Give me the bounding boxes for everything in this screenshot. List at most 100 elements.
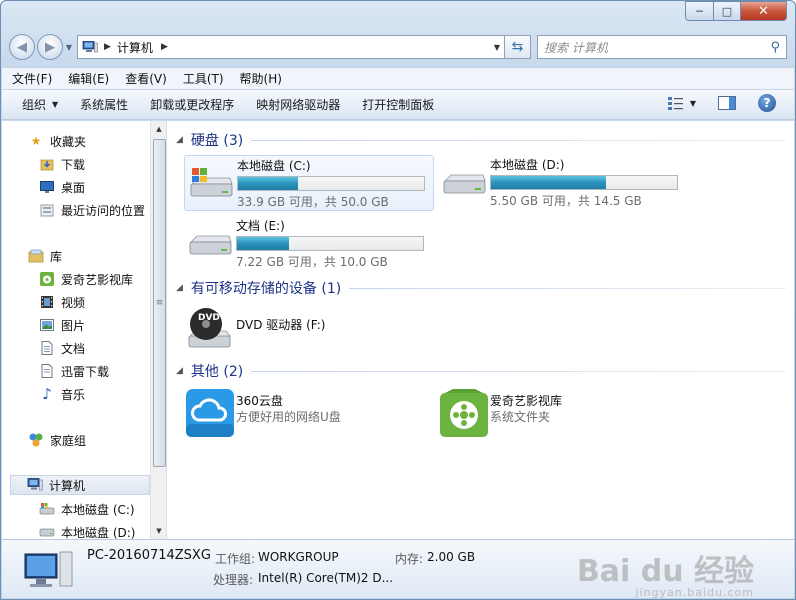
search-input[interactable]: 搜索 计算机 <box>544 39 770 56</box>
drive-name: 本地磁盘 (C:) <box>237 159 311 173</box>
iqiyi-icon <box>39 271 55 287</box>
recent-pages-dropdown[interactable]: ▼ <box>63 43 75 52</box>
group-header-removable[interactable]: ◢ 有可移动存储的设备 (1) <box>176 278 786 298</box>
nav-recent-places[interactable]: 最近访问的位置 <box>39 200 145 220</box>
view-options-dropdown-icon[interactable]: ▼ <box>690 99 696 108</box>
documents-icon <box>39 340 55 356</box>
preview-pane-icon[interactable] <box>718 96 736 110</box>
nav-videos[interactable]: 视频 <box>39 292 85 312</box>
drive-usage-bar <box>490 175 678 190</box>
close-button[interactable]: ✕ <box>741 1 787 21</box>
caption-buttons: ─ □ ✕ <box>685 1 787 21</box>
baidu-jingyan-watermark: Bai du 经验 jingyan.baidu.com <box>577 546 754 599</box>
drive-tile-c[interactable]: 本地磁盘 (C:) 33.9 GB 可用，共 50.0 GB <box>184 155 434 211</box>
open-control-panel-button[interactable]: 打开控制面板 <box>362 96 434 113</box>
search-icon[interactable]: ⚲ <box>770 40 780 55</box>
drive-usage-fill <box>491 176 607 189</box>
homegroup-icon <box>28 432 44 448</box>
forward-button[interactable]: ▶ <box>37 34 63 60</box>
maximize-button[interactable]: □ <box>714 1 741 21</box>
cloud-drive-tile[interactable]: 360云盘 方便好用的网络U盘 <box>184 387 434 443</box>
address-dropdown-icon[interactable]: ▼ <box>494 43 500 52</box>
nav-downloads-label: 下载 <box>61 157 86 172</box>
dvd-drive-name: DVD 驱动器 (F:) <box>236 318 326 332</box>
close-icon: ✕ <box>758 3 769 19</box>
nav-computer[interactable]: 计算机 <box>10 475 150 495</box>
nav-disk-c[interactable]: 本地磁盘 (C:) <box>39 499 135 519</box>
nav-iqiyi-library[interactable]: 爱奇艺影视库 <box>39 269 133 289</box>
nav-pane-scrollbar[interactable]: ▲ ≡ ▼ <box>150 121 166 539</box>
hard-drive-icon <box>39 524 55 539</box>
nav-pictures[interactable]: 图片 <box>39 315 85 335</box>
search-box[interactable]: 搜索 计算机 ⚲ <box>537 35 787 59</box>
drive-tile-e[interactable]: 文档 (E:) 7.22 GB 可用，共 10.0 GB <box>184 216 434 272</box>
nav-downloads[interactable]: 下载 <box>39 154 85 174</box>
nav-xunlei-downloads[interactable]: 迅雷下载 <box>39 361 109 381</box>
menu-tools[interactable]: 工具(T) <box>183 70 224 87</box>
drive-usage-bar <box>236 236 424 251</box>
menu-file[interactable]: 文件(F) <box>12 70 52 87</box>
computer-icon <box>82 41 98 53</box>
nav-documents[interactable]: 文档 <box>39 338 85 358</box>
navigation-row: ◀ ▶ ▼ ▶ 计算机 ▶ ▼ ⇆ 搜索 计算机 ⚲ <box>9 33 787 61</box>
drive-usage-fill <box>238 177 298 190</box>
nav-desktop[interactable]: 桌面 <box>39 177 85 197</box>
help-icon[interactable]: ? <box>758 94 776 112</box>
memory-value: 2.00 GB <box>427 550 476 564</box>
scrollbar-thumb[interactable]: ≡ <box>153 139 166 467</box>
workgroup-value: WORKGROUP <box>258 550 339 564</box>
group-header-hard-disks[interactable]: ◢ 硬盘 (3) <box>176 130 786 150</box>
computer-icon <box>27 477 43 493</box>
drive-tile-d[interactable]: 本地磁盘 (D:) 5.50 GB 可用，共 14.5 GB <box>438 155 688 211</box>
system-properties-button[interactable]: 系统属性 <box>80 96 128 113</box>
change-view-icon[interactable] <box>667 96 684 110</box>
nav-favorites-label: 收藏夹 <box>50 134 87 149</box>
scroll-up-arrow-icon[interactable]: ▲ <box>151 121 166 137</box>
back-button[interactable]: ◀ <box>9 34 35 60</box>
breadcrumb-separator-icon[interactable]: ▶ <box>161 42 168 52</box>
minimize-icon: ─ <box>696 4 703 18</box>
group-title-hard-disks: 硬盘 (3) <box>190 133 244 149</box>
minimize-button[interactable]: ─ <box>685 1 714 21</box>
downloads-folder-icon <box>39 156 55 172</box>
nav-homegroup[interactable]: 家庭组 <box>28 430 86 450</box>
breadcrumb-computer[interactable]: 计算机 <box>117 39 153 56</box>
processor-value: Intel(R) Core(TM)2 D... <box>258 571 394 585</box>
refresh-button[interactable]: ⇆ <box>505 35 531 59</box>
nav-music[interactable]: ♪ 音乐 <box>39 384 85 404</box>
map-network-drive-button[interactable]: 映射网络驱动器 <box>256 96 340 113</box>
nav-favorites[interactable]: ★ 收藏夹 <box>28 131 86 151</box>
collapse-arrow-icon: ◢ <box>176 135 183 145</box>
menu-edit[interactable]: 编辑(E) <box>68 70 109 87</box>
menu-view[interactable]: 查看(V) <box>125 70 167 87</box>
processor-label: 处理器: <box>213 573 254 587</box>
nav-documents-label: 文档 <box>61 341 86 356</box>
nav-computer-label: 计算机 <box>49 478 86 493</box>
group-header-other[interactable]: ◢ 其他 (2) <box>176 361 786 381</box>
iqiyi-library-name: 爱奇艺影视库 <box>490 394 563 408</box>
nav-libraries[interactable]: 库 <box>28 246 62 266</box>
main-pane: ◢ 硬盘 (3) 本地磁盘 (C:) 33.9 GB 可用，共 50.0 GB … <box>168 121 794 539</box>
star-icon: ★ <box>30 134 42 148</box>
dvd-drive-tile[interactable]: DVD 驱动器 (F:) DVD <box>184 303 434 359</box>
hard-drive-icon <box>184 216 236 268</box>
collapse-arrow-icon: ◢ <box>176 366 183 376</box>
dvd-drive-icon <box>184 303 236 355</box>
menu-help[interactable]: 帮助(H) <box>240 70 282 87</box>
group-divider <box>349 287 786 289</box>
recent-places-icon <box>39 202 55 218</box>
view-controls: ▼ ? <box>667 94 776 112</box>
cloud-drive-desc: 方便好用的网络U盘 <box>236 410 341 424</box>
windows-drive-icon <box>39 501 55 517</box>
breadcrumb-separator-icon[interactable]: ▶ <box>104 42 111 52</box>
organize-button[interactable]: 组织 ▼ <box>22 96 58 113</box>
navigation-pane: ★ 收藏夹 下载 桌面 最近访问的位置 库 爱奇艺影视库 视频 图片 文档 迅雷… <box>2 121 167 539</box>
uninstall-program-button[interactable]: 卸载或更改程序 <box>150 96 234 113</box>
cloud-drive-name: 360云盘 <box>236 394 283 408</box>
iqiyi-library-tile[interactable]: 爱奇艺影视库 系统文件夹 <box>438 387 688 443</box>
group-title-other: 其他 (2) <box>190 364 244 380</box>
scroll-down-arrow-icon[interactable]: ▼ <box>151 523 166 539</box>
address-bar[interactable]: ▶ 计算机 ▶ ▼ <box>77 35 505 59</box>
nav-homegroup-label: 家庭组 <box>50 433 87 448</box>
nav-disk-d[interactable]: 本地磁盘 (D:) <box>39 522 135 539</box>
